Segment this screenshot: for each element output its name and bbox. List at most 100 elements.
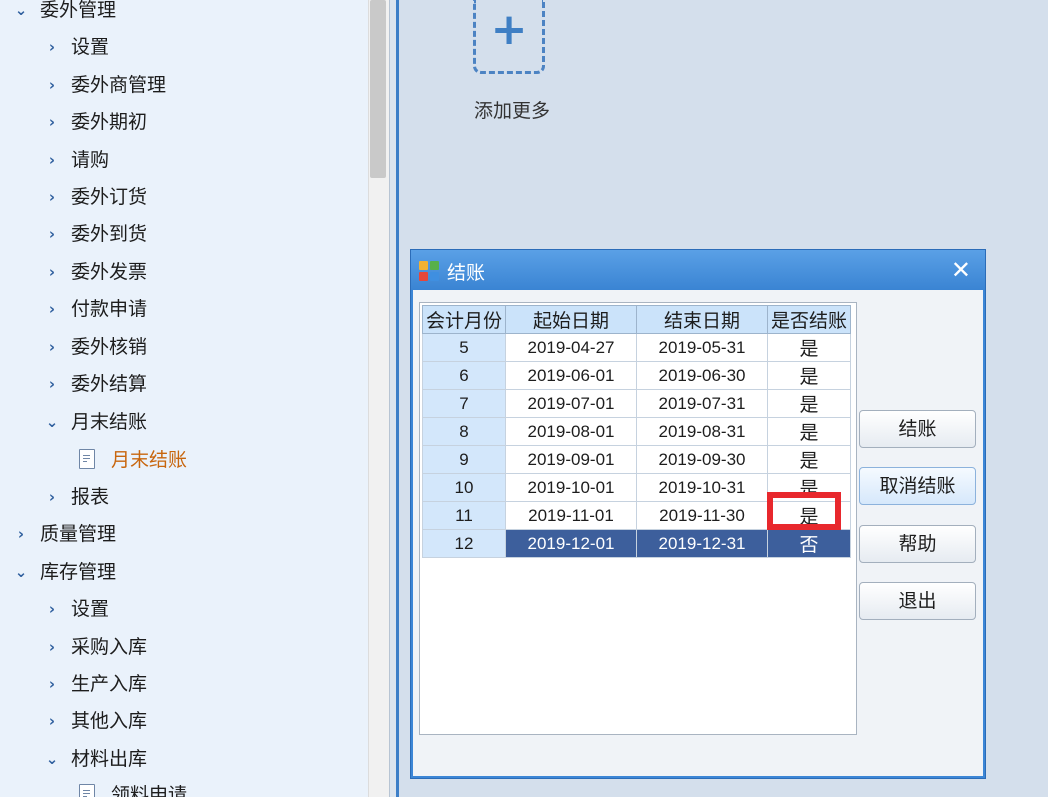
sidebar-nav: ⌄ 委外管理 › 设置 › 委外商管理 › 委外期初 › 请购 › 委外订货 ›… xyxy=(0,0,368,797)
tree-label: 领料申请 xyxy=(111,784,188,797)
tree-item-arrival[interactable]: › 委外到货 xyxy=(0,219,360,249)
table-row[interactable]: 7 2019-07-01 2019-07-31 是 xyxy=(422,389,851,418)
tree-label: 设置 xyxy=(71,36,110,58)
tree-item-order[interactable]: › 委外订货 xyxy=(0,182,360,212)
table-row[interactable]: 6 2019-06-01 2019-06-30 是 xyxy=(422,361,851,390)
chevron-right-icon: › xyxy=(48,151,56,169)
chevron-right-icon: › xyxy=(17,525,25,543)
add-more-label[interactable]: 添加更多 xyxy=(474,96,554,123)
tree-item-settlement[interactable]: › 委外结算 xyxy=(0,369,360,399)
tree-label: 库存管理 xyxy=(40,561,117,583)
tree-group-quality[interactable]: › 质量管理 xyxy=(0,519,360,549)
cell-closed: 是 xyxy=(767,501,851,530)
tree-item-inv-settings[interactable]: › 设置 xyxy=(0,594,360,624)
cell-start: 2019-08-01 xyxy=(505,417,637,446)
cell-end: 2019-10-31 xyxy=(636,473,768,502)
document-icon xyxy=(79,784,95,797)
tree-item-opening[interactable]: › 委外期初 xyxy=(0,107,360,137)
tree-item-production-in[interactable]: › 生产入库 xyxy=(0,669,360,699)
cancel-close-button[interactable]: 取消结账 xyxy=(859,467,976,505)
tree-label: 委外管理 xyxy=(40,0,117,21)
column-header-start[interactable]: 起始日期 xyxy=(505,305,637,334)
tree-group-material-out[interactable]: ⌄ 材料出库 xyxy=(0,744,360,774)
tree-item-other-in[interactable]: › 其他入库 xyxy=(0,706,360,736)
chevron-down-icon[interactable]: ⌄ xyxy=(45,407,59,437)
cell-end: 2019-08-31 xyxy=(636,417,768,446)
cell-start: 2019-09-01 xyxy=(505,445,637,474)
cell-month: 12 xyxy=(422,529,506,558)
cell-closed: 是 xyxy=(767,389,851,418)
cell-month: 6 xyxy=(422,361,506,390)
tree-item-settings[interactable]: › 设置 xyxy=(0,32,360,62)
chevron-right-icon: › xyxy=(48,375,56,393)
close-icon[interactable]: ✕ xyxy=(951,256,971,284)
period-grid[interactable]: 会计月份 起始日期 结束日期 是否结账 5 2019-04-27 2019-05… xyxy=(419,302,857,735)
tree-label: 其他入库 xyxy=(71,710,148,732)
scrollbar-thumb[interactable] xyxy=(370,0,386,178)
tree-item-month-end-close[interactable]: 月末结账 xyxy=(0,445,360,475)
period-table: 会计月份 起始日期 结束日期 是否结账 5 2019-04-27 2019-05… xyxy=(422,305,851,558)
column-header-month[interactable]: 会计月份 xyxy=(422,305,506,334)
cell-end: 2019-07-31 xyxy=(636,389,768,418)
tree-item-reports[interactable]: › 报表 xyxy=(0,482,360,512)
tree-label: 委外核销 xyxy=(71,336,148,358)
tree-group-month-end[interactable]: ⌄ 月末结账 xyxy=(0,407,360,437)
cell-start: 2019-06-01 xyxy=(505,361,637,390)
column-header-closed[interactable]: 是否结账 xyxy=(767,305,851,334)
cell-closed: 是 xyxy=(767,445,851,474)
close-account-button[interactable]: 结账 xyxy=(859,410,976,448)
tree-label: 采购入库 xyxy=(71,636,148,658)
table-row[interactable]: 9 2019-09-01 2019-09-30 是 xyxy=(422,445,851,474)
tree-item-requisition[interactable]: › 请购 xyxy=(0,145,360,175)
chevron-down-icon[interactable]: ⌄ xyxy=(14,0,28,25)
tree-label: 委外发票 xyxy=(71,261,148,283)
cell-month: 8 xyxy=(422,417,506,446)
column-header-end[interactable]: 结束日期 xyxy=(636,305,768,334)
chevron-right-icon: › xyxy=(48,113,56,131)
tree-group-outsourcing[interactable]: ⌄ 委外管理 xyxy=(0,0,360,25)
cell-start: 2019-10-01 xyxy=(505,473,637,502)
table-row-selected[interactable]: 12 2019-12-01 2019-12-31 否 xyxy=(422,529,851,558)
tree-group-inventory[interactable]: ⌄ 库存管理 xyxy=(0,557,360,587)
chevron-right-icon: › xyxy=(48,338,56,356)
chevron-right-icon: › xyxy=(48,188,56,206)
tree-label: 委外结算 xyxy=(71,373,148,395)
add-more-tile[interactable]: + xyxy=(473,0,545,74)
table-row[interactable]: 8 2019-08-01 2019-08-31 是 xyxy=(422,417,851,446)
tree-item-vendor-mgmt[interactable]: › 委外商管理 xyxy=(0,70,360,100)
tree-label: 月末结账 xyxy=(111,449,188,471)
help-button[interactable]: 帮助 xyxy=(859,525,976,563)
table-row[interactable]: 10 2019-10-01 2019-10-31 是 xyxy=(422,473,851,502)
tree-label: 生产入库 xyxy=(71,673,148,695)
cell-closed: 是 xyxy=(767,473,851,502)
cell-month: 5 xyxy=(422,333,506,362)
tree-label: 报表 xyxy=(71,486,110,508)
cell-end: 2019-11-30 xyxy=(636,501,768,530)
cell-closed: 否 xyxy=(767,529,851,558)
table-row[interactable]: 11 2019-11-01 2019-11-30 是 xyxy=(422,501,851,530)
dialog-titlebar[interactable]: 结账 ✕ xyxy=(411,250,985,290)
cell-start: 2019-04-27 xyxy=(505,333,637,362)
chevron-down-icon[interactable]: ⌄ xyxy=(45,744,59,774)
tree-label: 委外商管理 xyxy=(71,74,167,96)
tree-item-purchase-in[interactable]: › 采购入库 xyxy=(0,632,360,662)
tree-item-writeoff[interactable]: › 委外核销 xyxy=(0,332,360,362)
exit-button[interactable]: 退出 xyxy=(859,582,976,620)
plus-icon: + xyxy=(490,4,528,55)
cell-end: 2019-05-31 xyxy=(636,333,768,362)
cell-start: 2019-11-01 xyxy=(505,501,637,530)
chevron-down-icon[interactable]: ⌄ xyxy=(14,557,28,587)
tree-item-material-request[interactable]: 领料申请 xyxy=(0,780,360,797)
dialog-title: 结账 xyxy=(447,262,486,284)
tree-label: 材料出库 xyxy=(71,748,148,770)
table-row[interactable]: 5 2019-04-27 2019-05-31 是 xyxy=(422,333,851,362)
cell-end: 2019-06-30 xyxy=(636,361,768,390)
tree-label: 月末结账 xyxy=(71,411,148,433)
tree-item-payment-request[interactable]: › 付款申请 xyxy=(0,294,360,324)
chevron-right-icon: › xyxy=(48,76,56,94)
cell-month: 10 xyxy=(422,473,506,502)
cell-closed: 是 xyxy=(767,417,851,446)
tree-item-invoice[interactable]: › 委外发票 xyxy=(0,257,360,287)
cell-month: 9 xyxy=(422,445,506,474)
cell-end: 2019-12-31 xyxy=(636,529,768,558)
